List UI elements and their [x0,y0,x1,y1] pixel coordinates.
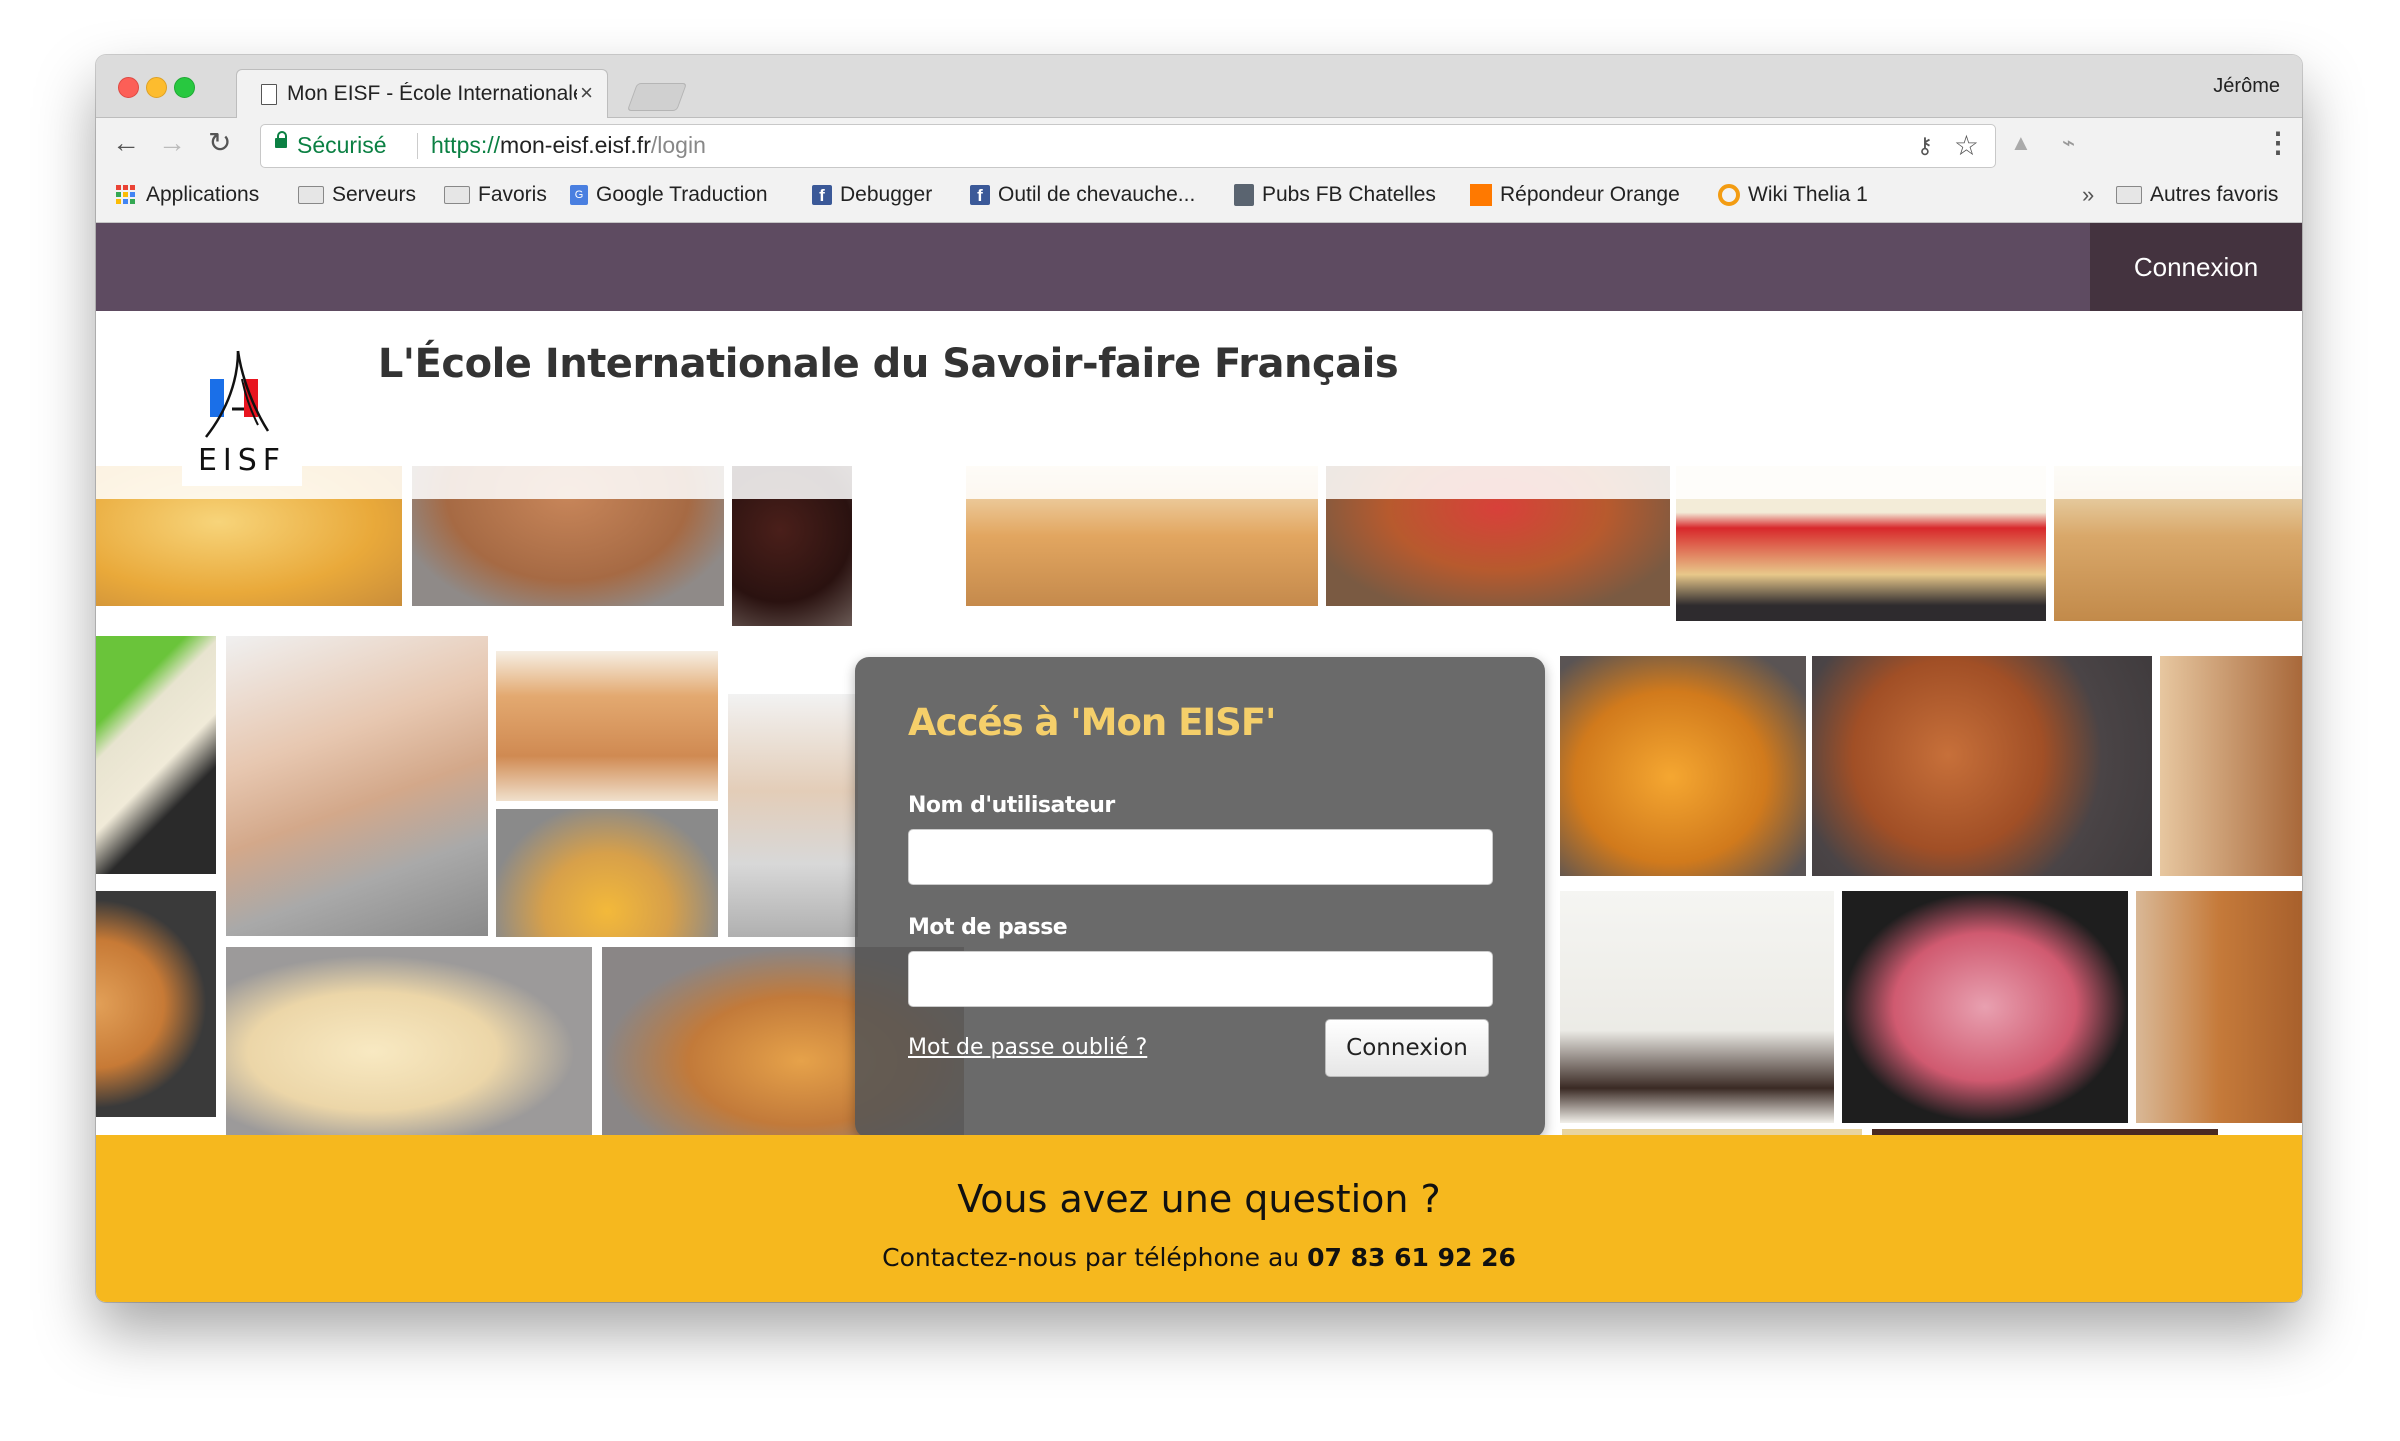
photo-bowl-apples [496,809,718,937]
login-panel: Accés à 'Mon EISF' Nom d'utilisateur Mot… [855,657,1545,1138]
phone-number[interactable]: 07 83 61 92 26 [1307,1243,1516,1272]
footer-contact: Contactez-nous par téléphone au 07 83 61… [96,1243,2302,1272]
browser-toolbar: ← → ↻ Sécurisé https://mon-eisf.eisf.fr/… [96,118,2302,172]
bookmark-label: Outil de chevauche... [998,183,1196,206]
close-tab-icon[interactable]: × [580,80,593,106]
tab-mon-eisf[interactable]: Mon EISF - École Internationale du Savoi… [236,69,608,118]
photo-chef-hands [226,636,488,936]
facebook-icon: f [812,185,832,205]
tab-strip: Mon EISF - École Internationale du Savoi… [96,55,2302,118]
minimize-window-button[interactable] [146,77,167,98]
bookmark-pubs-fb-chatelles[interactable]: Pubs FB Chatelles [1234,183,1436,207]
bookmark-label: Autres favoris [2150,183,2279,206]
menu-icon[interactable]: ⋮ [2264,126,2292,159]
bookmark-autres-favoris[interactable]: Autres favoris [2116,183,2278,207]
folder-icon [2116,186,2142,204]
photo-whisk-meringue [728,694,858,937]
site-navbar: Connexion [96,223,2302,311]
bookmark-label: Google Traduction [596,183,768,206]
contact-text: Contactez-nous par téléphone au [882,1243,1308,1272]
username-input[interactable] [908,829,1493,885]
bookmark-label: Répondeur Orange [1500,183,1680,206]
logo-text: EISF [197,443,287,478]
bookmark-repondeur-orange[interactable]: Répondeur Orange [1470,183,1680,207]
new-tab-button[interactable] [626,83,688,111]
extension-icon[interactable]: ⌁ [2062,130,2075,156]
bookmark-label: Pubs FB Chatelles [1262,183,1436,206]
zoom-window-button[interactable] [174,77,195,98]
bookmark-outil-de-chevauchement[interactable]: f Outil de chevauche... [970,183,1195,207]
orange-icon [1470,184,1492,206]
site-header-banner: EISF L'École Internationale du Savoir-fa… [96,311,2302,499]
bookmark-label: Applications [146,183,260,206]
bookmark-debugger[interactable]: f Debugger [812,183,932,207]
forgot-password-link[interactable]: Mot de passe oublié ? [908,1035,1147,1060]
facebook-icon: f [970,185,990,205]
url-text[interactable]: https://mon-eisf.eisf.fr/login [431,132,706,159]
bookmark-serveurs[interactable]: Serveurs [298,183,416,207]
tab-title: Mon EISF - École Internationale du Savoi… [287,82,577,105]
page-icon [261,84,277,105]
username-label: Nom d'utilisateur [908,793,1115,818]
back-icon[interactable]: ← [112,128,140,158]
bookmark-label: Wiki Thelia 1 [1748,183,1868,206]
url-path: /login [650,132,706,158]
bookmark-google-traduction[interactable]: G Google Traduction [570,183,768,207]
reload-icon[interactable]: ↻ [208,128,231,158]
photo-puff-pastry [496,651,718,801]
omnibox-divider [417,133,418,159]
photo-almond-tart [1812,656,2152,876]
nav-login-button[interactable]: Connexion [2090,223,2302,311]
bookmark-label: Favoris [478,183,547,206]
folder-icon [444,186,470,204]
bookmark-wiki-thelia[interactable]: Wiki Thelia 1 [1718,183,1868,207]
bookmarks-bar: Applications Serveurs Favoris G Google T… [96,172,2302,223]
address-bar[interactable]: Sécurisé https://mon-eisf.eisf.fr/login … [260,124,1996,168]
photo-raspberry-cake [1842,891,2128,1123]
star-icon[interactable]: ☆ [1954,129,1979,162]
photo-partial-right [2160,656,2302,876]
profile-name[interactable]: Jérôme [2213,75,2280,98]
wiki-icon [1718,184,1740,206]
bookmark-page-icon [1234,184,1254,206]
apps-icon [116,185,138,205]
url-host: mon-eisf.eisf.fr [500,132,651,158]
key-icon[interactable]: ⚷ [1917,133,1933,159]
bookmark-label: Debugger [840,183,933,206]
bookmark-applications[interactable]: Applications [116,183,259,207]
lock-icon [275,131,287,148]
photo-apple-compote [1560,656,1806,876]
web-page: Connexion EISF L'École Internationale du… [96,223,2302,1302]
contact-footer: Vous avez une question ? Contactez-nous … [96,1135,2302,1302]
photo-dough [226,947,592,1137]
photo-cream-swirl [1560,891,1834,1123]
folder-icon [298,186,324,204]
drive-icon[interactable]: ▲ [2010,130,2032,156]
bookmark-label: Serveurs [332,183,417,206]
close-window-button[interactable] [118,77,139,98]
bookmark-favoris[interactable]: Favoris [444,183,547,207]
password-input[interactable] [908,951,1493,1007]
forward-icon[interactable]: → [158,128,186,158]
browser-window: Mon EISF - École Internationale du Savoi… [96,55,2302,1302]
login-title: Accés à 'Mon EISF' [908,701,1276,744]
site-title: L'École Internationale du Savoir-faire F… [377,341,1399,387]
login-submit-button[interactable]: Connexion [1325,1019,1489,1077]
photo-pastry-ring [96,891,216,1117]
footer-question: Vous avez une question ? [957,1177,1441,1221]
security-label: Sécurisé [297,132,387,158]
google-translate-icon: G [570,185,588,205]
photo-piping-bag [96,636,216,874]
password-label: Mot de passe [908,915,1068,940]
more-bookmarks-icon[interactable]: » [2082,182,2094,208]
photo-galette [2136,891,2302,1123]
url-scheme: https:// [431,132,501,158]
